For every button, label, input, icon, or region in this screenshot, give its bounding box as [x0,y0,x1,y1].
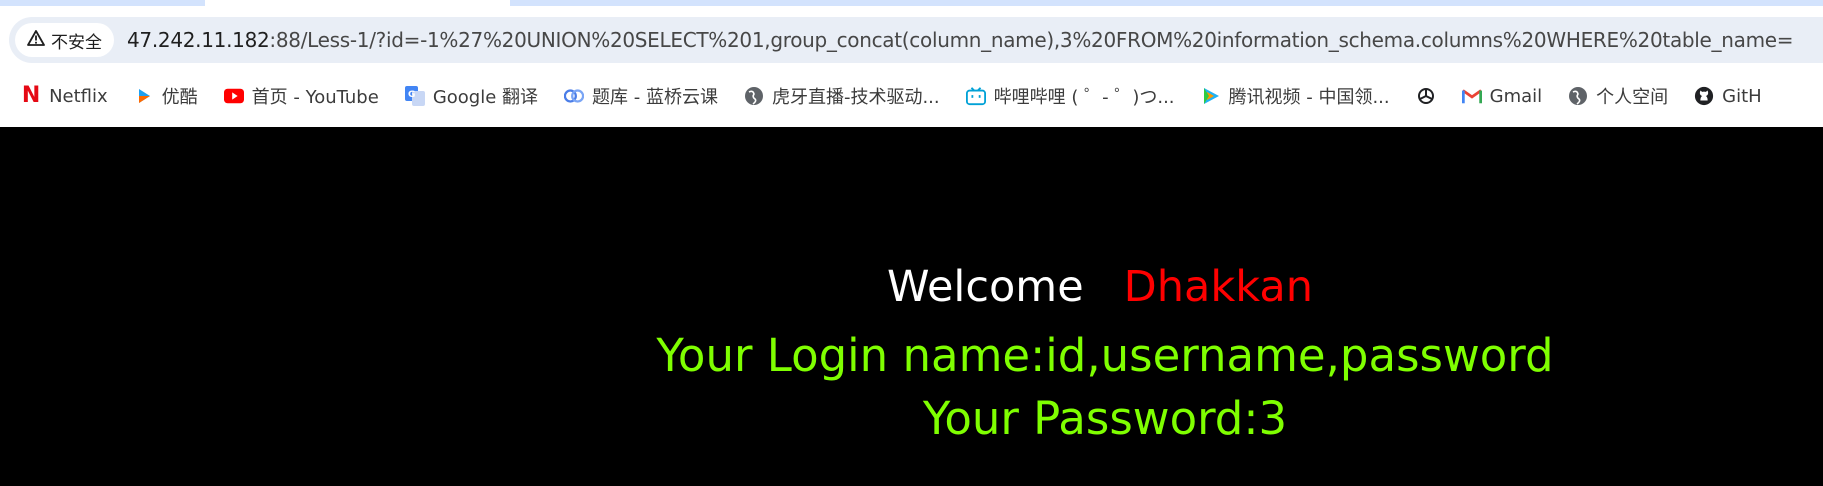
url-host: 47.242.11.182 [127,28,270,52]
bookmark-label: 个人空间 [1596,87,1669,108]
page-content: Welcome Dhakkan Your Login name:id,userna… [0,127,1823,486]
svg-text:G: G [408,90,415,100]
welcome-line: Welcome Dhakkan [0,262,1823,312]
browser-tab[interactable] [0,0,205,6]
bookmark-label: 虎牙直播-技术驱动... [771,87,940,108]
bookmark-label: 优酷 [161,87,198,108]
browser-chrome: 不安全 47.242.11.182:88/Less-1/?id=-1%27%20… [0,0,1823,127]
password-result: Your Password:3 [922,392,1288,445]
bookmark-openai[interactable] [1416,86,1436,106]
bookmark-label: 腾讯视频 - 中国领... [1228,87,1390,108]
bookmark-label: Google 翻译 [432,87,539,108]
github-icon [1694,86,1714,106]
welcome-text: Welcome [886,262,1084,312]
globe-icon [744,86,764,106]
google-translate-icon: G [404,86,425,106]
bookmark-label: Netflix [49,85,108,107]
youku-icon [134,86,154,106]
url-text[interactable]: 47.242.11.182:88/Less-1/?id=-1%27%20UNIO… [127,17,1794,63]
globe-icon [1568,86,1588,106]
bookmark-label: Gmail [1489,85,1543,107]
bookmarks-bar: e N Netflix 优酷 首页 - YouTube G Google 翻译 [0,78,1788,114]
gmail-icon [1461,86,1482,106]
url-path: :88/Less-1/?id=-1%27%20UNION%20SELECT%20… [269,28,1794,52]
bookmark-personal-space[interactable]: 个人空间 [1568,83,1668,109]
security-indicator[interactable]: 不安全 [15,23,114,57]
warning-icon [27,29,45,51]
bookmark-github[interactable]: GitH [1694,86,1762,107]
bookmark-youtube[interactable]: 首页 - YouTube [223,83,379,109]
bookmark-huya[interactable]: 虎牙直播-技术驱动... [744,83,940,109]
security-label: 不安全 [51,32,102,53]
bookmark-netflix[interactable]: N Netflix [21,83,108,108]
netflix-icon: N [21,83,41,108]
login-name-result: Your Login name:id,username,password [656,329,1554,382]
lanqiao-icon [564,86,585,106]
bookmark-bilibili[interactable]: 哔哩哔哩 ( ゜- ゜)つ... [965,83,1175,109]
bookmark-lanqiao[interactable]: 题库 - 蓝桥云课 [564,83,718,109]
youtube-icon [223,86,244,106]
bookmark-tencent-video[interactable]: 腾讯视频 - 中国领... [1201,83,1390,109]
bookmark-google-translate[interactable]: G Google 翻译 [404,83,539,109]
bookmark-youku[interactable]: 优酷 [134,83,198,109]
bookmark-label: 首页 - YouTube [251,87,379,108]
tencent-video-icon [1201,86,1221,106]
bookmark-gmail[interactable]: Gmail [1461,85,1543,107]
openai-icon [1416,86,1436,106]
address-bar[interactable]: 不安全 47.242.11.182:88/Less-1/?id=-1%27%20… [9,17,1823,63]
bookmark-label: 题库 - 蓝桥云课 [592,87,718,108]
bilibili-icon [965,86,986,106]
bookmark-label: 哔哩哔哩 ( ゜- ゜)つ... [993,87,1175,108]
browser-tab[interactable] [510,0,1823,6]
username-text: Dhakkan [1123,262,1314,312]
bookmark-label: GitH [1722,85,1762,107]
